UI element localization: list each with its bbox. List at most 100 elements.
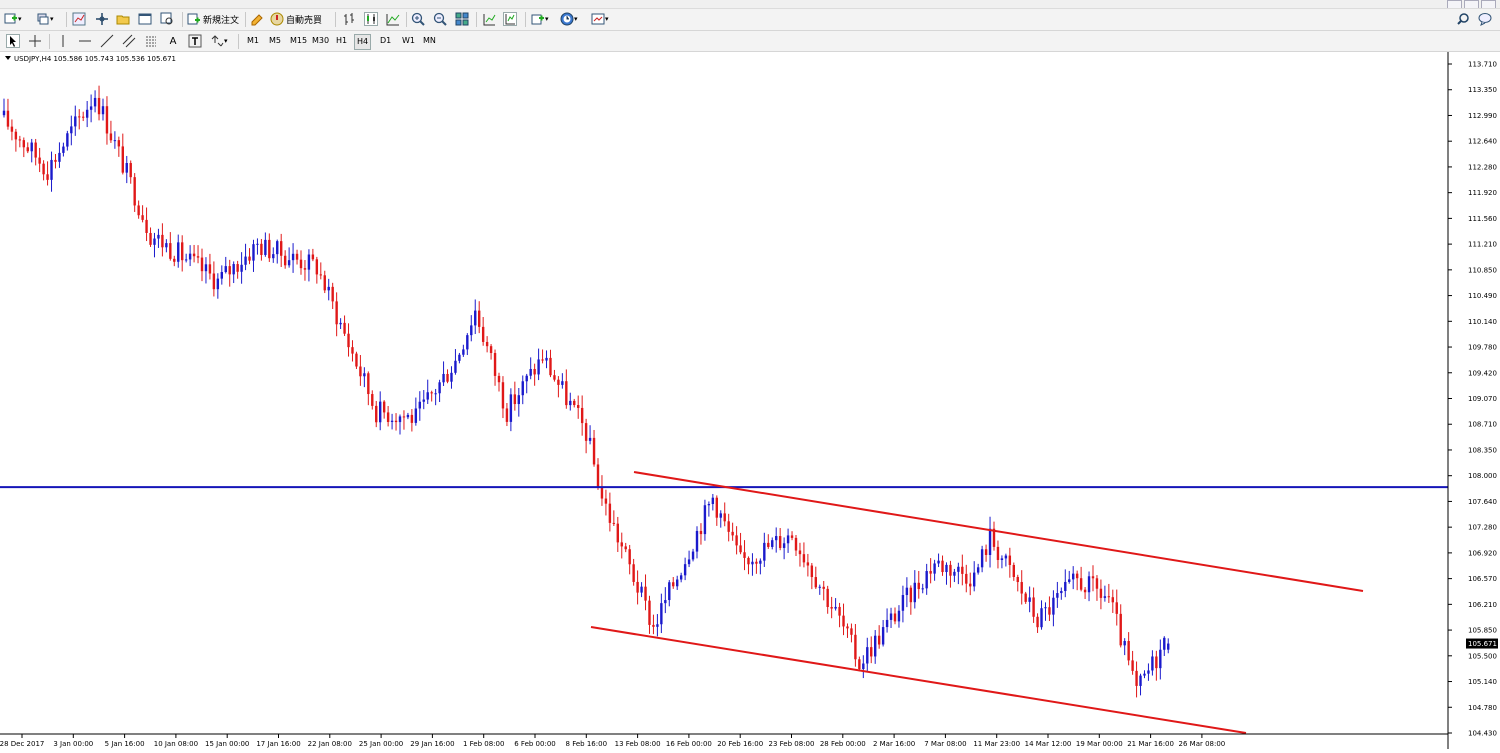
candle-body — [1020, 582, 1023, 594]
candle — [1028, 586, 1031, 613]
candle — [707, 501, 711, 517]
candle — [866, 637, 869, 673]
candle — [794, 534, 798, 556]
chart-canvas[interactable]: 113.710 113.350 112.990 112.640 112.280 111.9… — [0, 52, 1500, 749]
candle-body — [691, 551, 695, 560]
candle — [216, 273, 220, 299]
profiles-button[interactable]: ▾ — [36, 11, 54, 27]
magnifier-chart-icon — [160, 12, 173, 25]
candle — [14, 128, 18, 152]
periods-button[interactable]: ▾ — [560, 11, 578, 27]
auto-scroll-button[interactable] — [503, 11, 517, 27]
candle-body — [157, 234, 160, 239]
candle — [42, 160, 45, 181]
timeframe-d1[interactable]: D1 — [378, 34, 393, 48]
price-tick-label: 111.210 — [1468, 241, 1497, 249]
timeframe-m5[interactable]: M5 — [267, 34, 283, 48]
scroll-end-button[interactable] — [482, 11, 496, 27]
terminal-button[interactable] — [116, 11, 130, 27]
candle — [157, 228, 160, 248]
tester-button[interactable] — [138, 11, 152, 27]
candle-body — [240, 264, 243, 272]
candle-body — [315, 259, 319, 275]
close-button[interactable] — [1481, 0, 1496, 8]
candle-body — [1131, 660, 1134, 671]
horizontal-line-button[interactable] — [78, 33, 92, 49]
candle — [656, 614, 659, 637]
candle-body — [335, 301, 338, 325]
arrows-button[interactable]: ▾ — [210, 33, 228, 49]
search-button[interactable] — [1456, 11, 1470, 27]
candle-body — [917, 582, 920, 590]
chat-button[interactable] — [1478, 11, 1492, 27]
candle-body — [149, 232, 152, 245]
candle — [371, 390, 374, 410]
zoom-in-button[interactable] — [411, 11, 425, 27]
candle-body — [1012, 564, 1015, 578]
timeframe-mn[interactable]: MN — [421, 34, 438, 48]
candle — [913, 570, 916, 609]
timeframe-m1[interactable]: M1 — [245, 34, 261, 48]
candle-chart-button[interactable] — [364, 11, 378, 27]
candle-body — [901, 595, 905, 611]
timeframe-w1[interactable]: W1 — [400, 34, 417, 48]
new-chart-button[interactable]: ▾ — [4, 11, 22, 27]
candle-body — [204, 264, 208, 272]
navigator-button[interactable] — [95, 11, 109, 27]
candle-body — [343, 322, 346, 334]
line-chart-button[interactable] — [386, 11, 400, 27]
candle-body — [398, 416, 402, 423]
channel-icon — [122, 34, 136, 48]
timeframe-m15[interactable]: M15 — [288, 34, 309, 48]
timeframe-h1[interactable]: H1 — [334, 34, 349, 48]
bar-chart-button[interactable] — [342, 11, 356, 27]
candle-body — [299, 259, 303, 269]
tile-windows-button[interactable] — [455, 11, 469, 27]
candle — [248, 248, 251, 265]
candle-body — [1040, 608, 1043, 628]
time-tick-label: 5 Jan 16:00 — [105, 740, 145, 748]
vertical-line-button[interactable] — [56, 33, 70, 49]
candle-body — [596, 464, 600, 488]
candle-body — [260, 243, 263, 255]
candle-body — [406, 414, 410, 418]
trendline-button[interactable] — [100, 33, 114, 49]
text-label-button[interactable] — [188, 33, 202, 49]
tile-windows-icon — [455, 12, 469, 26]
fibonacci-icon — [146, 36, 156, 47]
candle — [50, 151, 53, 192]
channel-button[interactable] — [122, 33, 136, 49]
time-tick-label: 8 Feb 16:00 — [566, 740, 607, 748]
candle-body — [54, 159, 57, 162]
indicators-button[interactable]: ▾ — [531, 11, 549, 27]
candle — [240, 252, 243, 284]
candle-body — [1000, 558, 1004, 560]
candle — [264, 232, 267, 257]
price-tick-label: 108.000 — [1468, 472, 1497, 480]
candle — [616, 516, 619, 552]
cursor-tool-button[interactable] — [6, 33, 20, 49]
restore-button[interactable] — [1464, 0, 1479, 8]
history-button[interactable] — [160, 11, 174, 27]
timeframe-h4[interactable]: H4 — [354, 34, 372, 50]
price-chart[interactable]: 113.710 113.350 112.990 112.640 112.280 111.9… — [0, 52, 1500, 749]
candle-body — [478, 310, 481, 327]
candle-body — [367, 373, 370, 395]
timeframe-m30[interactable]: M30 — [310, 34, 331, 48]
market-watch-button[interactable] — [72, 11, 86, 27]
candle-body — [323, 275, 326, 291]
metaeditor-button[interactable] — [250, 11, 264, 27]
templates-button[interactable]: ▾ — [591, 11, 609, 27]
candle-body — [577, 405, 580, 408]
candle — [640, 582, 643, 598]
auto-trading-button[interactable]: 自動売買 — [270, 11, 322, 27]
candle — [323, 270, 326, 294]
fibonacci-button[interactable] — [144, 33, 158, 49]
new-order-button[interactable]: 新規注文 — [187, 11, 239, 27]
price-tick-label: 105.140 — [1468, 678, 1497, 686]
text-tool-button[interactable]: A — [166, 33, 180, 49]
minimize-button[interactable] — [1447, 0, 1462, 8]
crosshair-tool-button[interactable] — [28, 33, 42, 49]
candle — [1155, 650, 1158, 681]
zoom-out-button[interactable] — [433, 11, 447, 27]
